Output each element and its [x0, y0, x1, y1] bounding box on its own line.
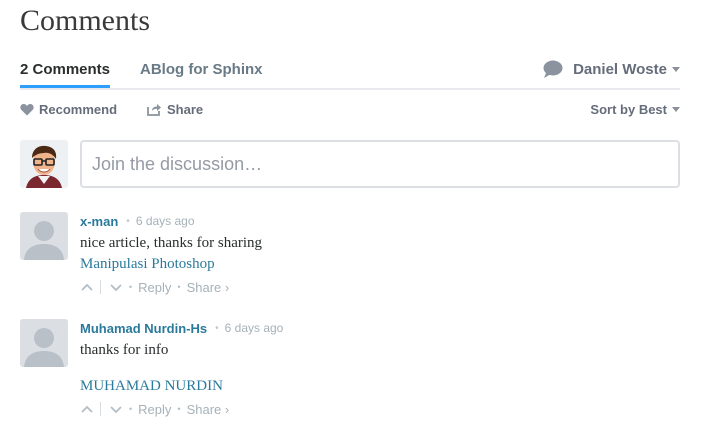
- share-button[interactable]: Share: [147, 102, 203, 117]
- comment-link[interactable]: MUHAMAD NURDIN: [80, 376, 680, 397]
- default-avatar-icon: [20, 212, 68, 260]
- notification-bubble-icon: [543, 60, 563, 78]
- user-menu[interactable]: Daniel Woste: [543, 60, 680, 78]
- comments-heading: Comments: [20, 4, 151, 37]
- comment-body: Muhamad Nurdin-Hs • 6 days ago thanks fo…: [80, 319, 680, 419]
- current-user-avatar[interactable]: [20, 140, 68, 188]
- chevron-down-icon: [672, 66, 680, 72]
- comment-timestamp[interactable]: 6 days ago: [136, 214, 195, 228]
- separator-dot: •: [177, 404, 181, 414]
- vote-divider: [100, 280, 101, 294]
- share-label: Share: [167, 102, 204, 117]
- avatar-photo-icon: [20, 140, 68, 188]
- discussion-navbar: 2 Comments ABlog for Sphinx Daniel Woste: [20, 56, 680, 90]
- chevron-down-icon: [672, 107, 680, 112]
- sort-dropdown[interactable]: Sort by Best: [590, 102, 680, 117]
- separator-dot: •: [126, 215, 130, 227]
- share-icon: [147, 104, 161, 116]
- separator-dot: •: [215, 322, 219, 334]
- separator-dot: •: [129, 404, 133, 414]
- default-avatar-icon: [20, 319, 68, 367]
- reply-button[interactable]: Reply: [138, 280, 171, 295]
- downvote-icon[interactable]: [109, 280, 123, 294]
- separator-dot: •: [177, 282, 181, 292]
- comment-timestamp[interactable]: 6 days ago: [225, 321, 284, 335]
- sort-label: Sort by Best: [590, 102, 667, 117]
- tab-comment-count[interactable]: 2 Comments: [20, 61, 111, 88]
- upvote-icon[interactable]: [80, 280, 94, 294]
- recommend-label: Recommend: [39, 102, 118, 117]
- comment-link[interactable]: Manipulasi Photoshop: [80, 254, 680, 275]
- heart-icon: [20, 103, 34, 116]
- separator-dot: •: [129, 282, 133, 292]
- comment-author[interactable]: Muhamad Nurdin-Hs: [80, 321, 207, 336]
- comment-share-button[interactable]: Share ›: [187, 402, 230, 417]
- user-name: Daniel Woste: [573, 60, 667, 78]
- recommend-button[interactable]: Recommend: [20, 102, 117, 117]
- tab-forum-name[interactable]: ABlog for Sphinx: [140, 61, 263, 78]
- comment-share-button[interactable]: Share ›: [187, 280, 230, 295]
- comment-footer: • Reply • Share ›: [80, 277, 680, 297]
- comment-input[interactable]: Join the discussion…: [80, 140, 680, 188]
- downvote-icon[interactable]: [109, 402, 123, 416]
- upvote-icon[interactable]: [80, 402, 94, 416]
- discussion-toolbar: Recommend Share Sort by Best: [20, 100, 680, 122]
- comment-footer: • Reply • Share ›: [80, 399, 680, 419]
- comment-author[interactable]: x-man: [80, 214, 118, 229]
- comment-body: x-man • 6 days ago nice article, thanks …: [80, 212, 680, 297]
- comment-text: nice article, thanks for sharing: [80, 235, 263, 251]
- reply-button[interactable]: Reply: [138, 402, 171, 417]
- avatar[interactable]: [20, 319, 68, 367]
- avatar[interactable]: [20, 212, 68, 260]
- vote-divider: [100, 402, 101, 416]
- comment-text: thanks for info: [80, 342, 169, 358]
